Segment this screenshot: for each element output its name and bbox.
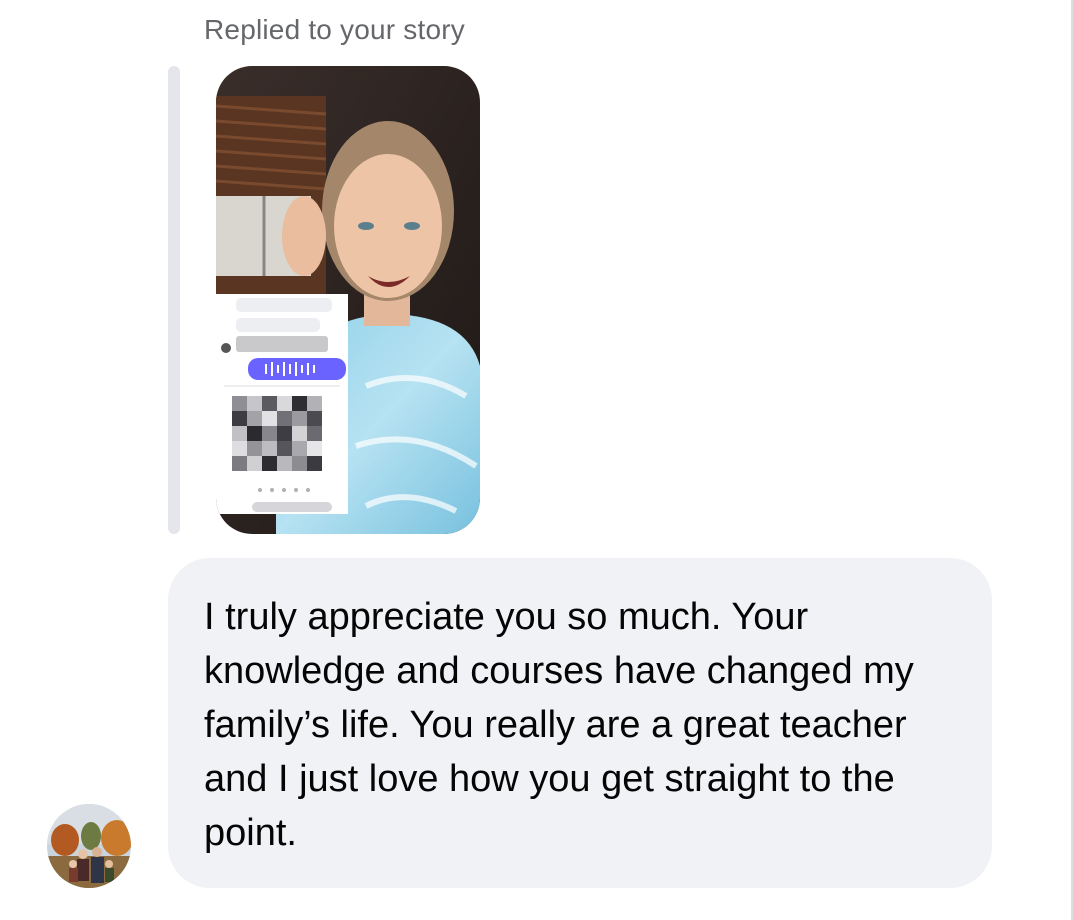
message-text: I truly appreciate you so much. Your kno… bbox=[204, 596, 914, 854]
reply-quote-bar bbox=[168, 66, 180, 534]
message-bubble[interactable]: I truly appreciate you so much. Your kno… bbox=[168, 558, 992, 888]
sender-avatar[interactable] bbox=[47, 804, 131, 888]
story-image bbox=[216, 66, 480, 534]
replied-to-story-label: Replied to your story bbox=[204, 14, 465, 45]
family-photo-icon bbox=[47, 804, 131, 888]
story-thumbnail[interactable] bbox=[216, 66, 480, 534]
